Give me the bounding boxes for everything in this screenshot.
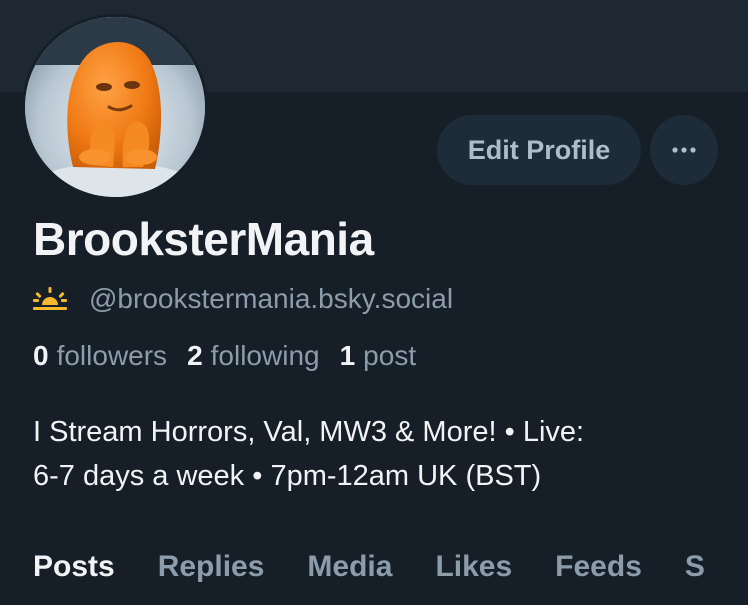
ellipsis-icon <box>672 147 696 153</box>
display-name: BrooksterMania <box>33 213 374 265</box>
profile-stats: 0 followers 2 following 1 post <box>33 340 416 372</box>
profile-tabs: Posts Replies Media Likes Feeds S <box>33 550 748 584</box>
posts-stat: 1 post <box>340 340 417 371</box>
handle[interactable]: @brookstermania.bsky.social <box>89 283 453 315</box>
followers-link[interactable]: 0 followers <box>33 340 167 371</box>
edit-profile-button[interactable]: Edit Profile <box>437 115 641 185</box>
posts-label: post <box>363 340 417 371</box>
bio-line: I Stream Horrors, Val, MW3 & More! • Liv… <box>33 416 585 448</box>
following-label: following <box>210 340 320 371</box>
tab-starter-packs[interactable]: S <box>685 550 705 584</box>
avatar-image <box>25 17 205 197</box>
following-link[interactable]: 2 following <box>187 340 320 371</box>
more-options-button[interactable] <box>650 115 718 185</box>
bio-line: 6-7 days a week • 7pm-12am UK (BST) <box>33 460 542 492</box>
avatar[interactable] <box>22 14 208 200</box>
tab-feeds[interactable]: Feeds <box>555 550 642 584</box>
sunrise-emoji-icon <box>33 287 67 310</box>
followers-label: followers <box>56 340 168 371</box>
tab-likes[interactable]: Likes <box>435 550 512 584</box>
tab-media[interactable]: Media <box>307 550 392 584</box>
posts-count: 1 <box>339 340 356 371</box>
profile-bio: I Stream Horrors, Val, MW3 & More! • Liv… <box>33 410 733 498</box>
tab-replies[interactable]: Replies <box>158 550 265 584</box>
profile-page: Edit Profile BrooksterMania @brooksterma… <box>0 0 748 605</box>
handle-row: @brookstermania.bsky.social <box>33 280 453 318</box>
followers-count: 0 <box>33 340 49 371</box>
tab-posts[interactable]: Posts <box>33 550 115 584</box>
following-count: 2 <box>187 340 203 371</box>
